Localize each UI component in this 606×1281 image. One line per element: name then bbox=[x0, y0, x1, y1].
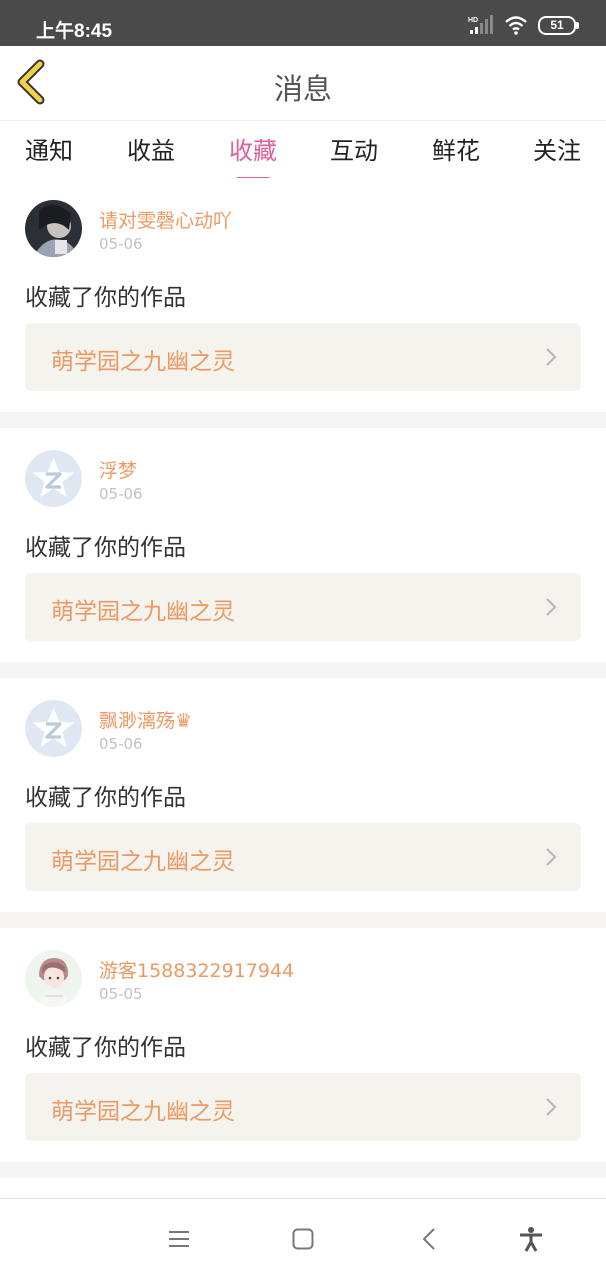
work-link[interactable]: 萌学园之九幽之灵 bbox=[25, 823, 581, 891]
status-time: 上午8:45 bbox=[36, 21, 113, 42]
tab-label: 通知 bbox=[25, 137, 73, 165]
username[interactable]: 浮梦 bbox=[99, 456, 137, 483]
menu-icon bbox=[169, 1231, 189, 1247]
tab-label: 收藏 bbox=[229, 137, 277, 165]
photo-avatar-icon bbox=[25, 200, 82, 257]
status-bar: 上午8:45 HD 51 bbox=[0, 0, 606, 46]
tab-flowers[interactable]: 鲜花 bbox=[427, 131, 485, 177]
divider bbox=[0, 662, 606, 678]
system-nav-bar bbox=[0, 1198, 606, 1281]
work-title: 萌学园之九幽之灵 bbox=[51, 599, 235, 625]
timestamp: 05-05 bbox=[99, 985, 143, 1003]
back-icon bbox=[422, 1228, 435, 1250]
avatar[interactable] bbox=[25, 450, 82, 507]
action-text: 收藏了你的作品 bbox=[25, 535, 186, 561]
tab-label: 鲜花 bbox=[432, 137, 480, 165]
accessibility-icon bbox=[520, 1227, 542, 1252]
hd-signal-icon: HD bbox=[468, 15, 493, 34]
page-title: 消息 bbox=[273, 72, 332, 106]
menu-button[interactable] bbox=[165, 1225, 193, 1253]
anime-avatar-icon bbox=[25, 950, 82, 1007]
timestamp: 05-06 bbox=[99, 735, 143, 753]
tab-label: 互动 bbox=[330, 137, 378, 165]
tab-notifications[interactable]: 通知 bbox=[20, 131, 78, 177]
accessibility-button[interactable] bbox=[517, 1225, 545, 1253]
header: 消息 bbox=[0, 46, 606, 121]
work-link[interactable]: 萌学园之九幽之灵 bbox=[25, 1073, 581, 1141]
divider bbox=[0, 1162, 606, 1178]
timestamp: 05-06 bbox=[99, 485, 143, 503]
tab-bar: 通知 收益 收藏 互动 鲜花 关注 bbox=[0, 121, 606, 181]
home-icon bbox=[292, 1228, 314, 1250]
avatar[interactable] bbox=[25, 950, 82, 1007]
default-star-avatar-icon bbox=[25, 450, 82, 507]
username[interactable]: 请对雯磬心动吖 bbox=[99, 206, 232, 233]
divider bbox=[0, 412, 606, 428]
tab-label: 收益 bbox=[127, 137, 175, 165]
tab-favorites[interactable]: 收藏 bbox=[224, 131, 282, 181]
list-item: 浮梦 05-06 收藏了你的作品 萌学园之九幽之灵 bbox=[0, 428, 606, 662]
work-title: 萌学园之九幽之灵 bbox=[51, 1099, 235, 1125]
list-item: 飘渺漓殇♛ 05-06 收藏了你的作品 萌学园之九幽之灵 bbox=[0, 678, 606, 912]
timestamp: 05-06 bbox=[99, 235, 143, 253]
work-link[interactable]: 萌学园之九幽之灵 bbox=[25, 573, 581, 641]
home-button[interactable] bbox=[289, 1225, 317, 1253]
work-title: 萌学园之九幽之灵 bbox=[51, 849, 235, 875]
avatar[interactable] bbox=[25, 200, 82, 257]
action-text: 收藏了你的作品 bbox=[25, 1035, 186, 1061]
back-nav-button[interactable] bbox=[416, 1225, 444, 1253]
tab-following[interactable]: 关注 bbox=[528, 131, 586, 177]
tab-interactions[interactable]: 互动 bbox=[325, 131, 383, 177]
avatar[interactable] bbox=[25, 700, 82, 757]
action-text: 收藏了你的作品 bbox=[25, 785, 186, 811]
list-item: 请对雯磬心动吖 05-06 收藏了你的作品 萌学园之九幽之灵 bbox=[0, 178, 606, 412]
username[interactable]: 游客1588322917944 bbox=[99, 956, 294, 983]
status-icons: HD 51 bbox=[468, 14, 579, 36]
work-title: 萌学园之九幽之灵 bbox=[51, 349, 235, 375]
default-star-avatar-icon bbox=[25, 700, 82, 757]
chevron-right-icon bbox=[546, 598, 557, 616]
battery-icon: 51 bbox=[538, 15, 579, 35]
divider bbox=[0, 912, 606, 928]
chevron-right-icon bbox=[546, 1098, 557, 1116]
action-text: 收藏了你的作品 bbox=[25, 285, 186, 311]
username[interactable]: 飘渺漓殇♛ bbox=[99, 706, 192, 733]
svg-text:HD: HD bbox=[468, 17, 478, 24]
list-item: 游客1588322917944 05-05 收藏了你的作品 萌学园之九幽之灵 bbox=[0, 928, 606, 1162]
work-link[interactable]: 萌学园之九幽之灵 bbox=[25, 323, 581, 391]
tab-earnings[interactable]: 收益 bbox=[122, 131, 180, 177]
wifi-icon bbox=[505, 16, 527, 35]
tab-label: 关注 bbox=[533, 137, 581, 165]
chevron-right-icon bbox=[546, 848, 557, 866]
chevron-right-icon bbox=[546, 348, 557, 366]
